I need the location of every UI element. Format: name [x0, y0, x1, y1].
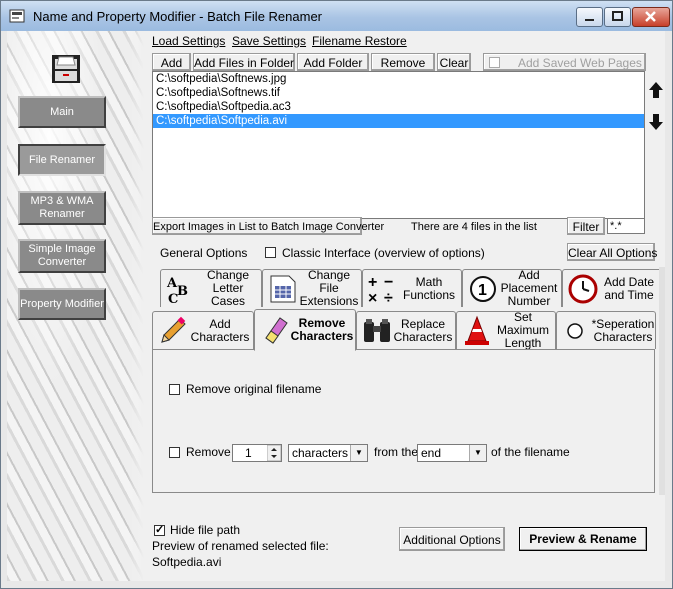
svg-text:1: 1	[478, 282, 487, 299]
save-settings-link[interactable]: Save Settings	[232, 34, 306, 48]
remove-original-filename-checkbox[interactable]	[169, 384, 180, 395]
filename-restore-link[interactable]: Filename Restore	[312, 34, 407, 48]
svg-text:B: B	[177, 284, 188, 299]
clock-icon	[567, 273, 599, 305]
file-count-text: There are 4 files in the list	[411, 221, 537, 233]
window-title: Name and Property Modifier - Batch File …	[33, 9, 323, 24]
move-up-button[interactable]	[647, 79, 665, 101]
number-one-icon: 1	[467, 273, 499, 305]
remove-count-spinner[interactable]: 1	[232, 444, 282, 462]
add-saved-web-pages-button[interactable]: Add Saved Web Pages	[483, 53, 646, 71]
additional-options-button[interactable]: Additional Options	[399, 527, 505, 551]
classic-interface-checkbox[interactable]	[265, 247, 276, 258]
preview-rename-button[interactable]: Preview & Rename	[519, 527, 647, 551]
tab-change-file-extensions[interactable]: Change File Extensions	[262, 269, 362, 308]
arrow-up-icon	[649, 82, 663, 98]
position-select[interactable]: end ▼	[417, 444, 487, 462]
preview-label: Preview of renamed selected file:	[152, 539, 329, 553]
close-button[interactable]	[632, 7, 670, 27]
remove-checkbox[interactable]	[169, 447, 180, 458]
clear-all-options-button[interactable]: Clear All Options	[567, 243, 657, 261]
tab-math-functions[interactable]: + − × ÷ Math Functions	[362, 269, 462, 307]
remove-label: Remove	[186, 445, 231, 459]
app-window: Name and Property Modifier - Batch File …	[0, 0, 673, 589]
tab-remove-characters[interactable]: Remove Characters	[254, 309, 356, 351]
sidebar-item-main[interactable]: Main	[18, 96, 106, 128]
unit-select[interactable]: characters ▼	[288, 444, 368, 462]
cone-icon	[461, 315, 493, 347]
sidebar-item-mp3-wma-renamer[interactable]: MP3 & WMA Renamer	[18, 191, 106, 225]
sidebar-item-file-renamer[interactable]: File Renamer	[18, 144, 106, 176]
binoculars-icon	[361, 315, 393, 347]
tab-add-characters[interactable]: Add Characters	[152, 311, 254, 349]
sidebar-item-simple-image-converter[interactable]: Simple Image Converter	[18, 239, 106, 273]
eraser-icon	[259, 313, 291, 345]
preview-value: Softpedia.avi	[152, 555, 222, 569]
file-grid-icon	[267, 273, 299, 305]
abc-letters-icon: ABC	[165, 273, 197, 305]
circle-icon	[561, 315, 593, 347]
remove-original-filename-label: Remove original filename	[186, 382, 322, 396]
pencil-icon	[157, 315, 189, 347]
close-icon	[645, 11, 656, 22]
svg-text:C: C	[168, 292, 178, 305]
title-bar[interactable]: Name and Property Modifier - Batch File …	[1, 1, 672, 31]
options-scrollbar[interactable]	[659, 267, 665, 495]
tab-set-maximum-length[interactable]: Set Maximum Length	[456, 311, 556, 350]
svg-text:÷: ÷	[384, 290, 393, 305]
remove-button[interactable]: Remove	[371, 53, 435, 71]
sidebar-item-property-modifier[interactable]: Property Modifier	[18, 288, 106, 320]
list-item[interactable]: C:\softpedia\Softpedia.ac3	[153, 100, 644, 114]
hide-file-path-label: Hide file path	[170, 523, 241, 537]
chevron-down-icon[interactable]: ▼	[469, 445, 486, 461]
svg-text:×: ×	[368, 290, 377, 305]
math-symbols-icon: + − × ÷	[367, 273, 399, 305]
add-files-in-folder-button[interactable]: Add Files in Folder	[193, 53, 295, 71]
chevron-down-icon[interactable]: ▼	[350, 445, 367, 461]
add-button[interactable]: Add	[152, 53, 191, 71]
tab-add-placement-number[interactable]: 1 Add Placement Number	[462, 269, 562, 308]
hide-file-path-checkbox[interactable]	[154, 523, 165, 536]
tab-replace-characters[interactable]: Replace Characters	[356, 311, 456, 349]
list-item[interactable]: C:\softpedia\Softnews.jpg	[153, 72, 644, 86]
minimize-icon	[585, 19, 594, 21]
svg-text:−: −	[384, 274, 393, 291]
export-images-button[interactable]: Export Images in List to Batch Image Con…	[152, 217, 384, 235]
move-down-button[interactable]	[647, 111, 665, 133]
filter-button[interactable]: Filter	[567, 217, 605, 235]
minimize-button[interactable]	[576, 7, 603, 27]
load-settings-link[interactable]: Load Settings	[152, 34, 225, 48]
from-the-label: from the	[374, 445, 419, 459]
of-the-filename-label: of the filename	[491, 445, 570, 459]
add-folder-button[interactable]: Add Folder	[297, 53, 369, 71]
clear-button[interactable]: Clear	[437, 53, 471, 71]
file-cabinet-icon	[52, 55, 80, 83]
classic-interface-label: Classic Interface (overview of options)	[282, 246, 485, 260]
list-item-selected[interactable]: C:\softpedia\Softpedia.avi	[153, 114, 644, 128]
app-icon	[9, 9, 25, 23]
client-area: Main File Renamer MP3 & WMA Renamer Simp…	[7, 31, 665, 581]
svg-text:+: +	[368, 274, 377, 291]
add-saved-web-pages-checkbox[interactable]	[489, 57, 500, 68]
remove-characters-panel: Remove original filename Remove 1 charac…	[152, 349, 655, 493]
spinner-arrows-icon[interactable]	[267, 445, 281, 461]
general-options-label: General Options	[160, 246, 248, 260]
maximize-icon	[612, 11, 623, 21]
list-item[interactable]: C:\softpedia\Softnews.tif	[153, 86, 644, 100]
file-list[interactable]: C:\softpedia\Softnews.jpg C:\softpedia\S…	[152, 71, 645, 219]
tab-seperation-characters[interactable]: *Seperation Characters	[556, 311, 656, 349]
tab-change-letter-cases[interactable]: ABC Change Letter Cases	[160, 269, 262, 308]
maximize-button[interactable]	[604, 7, 631, 27]
tab-add-date-and-time[interactable]: Add Date and Time	[562, 269, 662, 307]
arrow-down-icon	[649, 114, 663, 130]
filter-input[interactable]	[607, 218, 645, 234]
